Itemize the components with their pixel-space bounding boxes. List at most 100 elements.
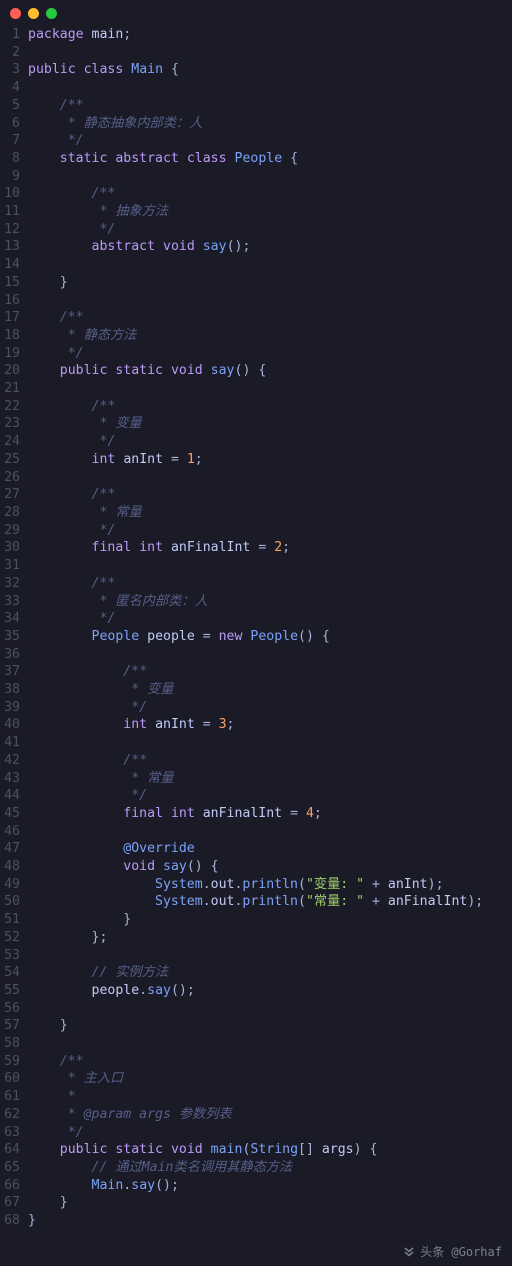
line-number: 47 — [0, 840, 28, 858]
code-line: 18 * 静态方法 — [0, 327, 512, 345]
code-content — [28, 168, 512, 186]
code-content: * 常量 — [28, 504, 512, 522]
code-content: * 变量 — [28, 681, 512, 699]
line-number: 44 — [0, 787, 28, 805]
footer-handle: 头条 @Gorhaf — [420, 1243, 502, 1260]
line-number: 62 — [0, 1106, 28, 1124]
code-line: 12 */ — [0, 221, 512, 239]
code-line: 35 People people = new People() { — [0, 628, 512, 646]
code-content — [28, 380, 512, 398]
code-line: 4 — [0, 79, 512, 97]
code-content: } — [28, 1194, 512, 1212]
code-line: 10 /** — [0, 185, 512, 203]
line-number: 18 — [0, 327, 28, 345]
code-content — [28, 734, 512, 752]
code-line: 33 * 匿名内部类：人 — [0, 593, 512, 611]
code-line: 3public class Main { — [0, 61, 512, 79]
line-number: 24 — [0, 433, 28, 451]
code-line: 39 */ — [0, 699, 512, 717]
line-number: 9 — [0, 168, 28, 186]
code-content — [28, 469, 512, 487]
line-number: 32 — [0, 575, 28, 593]
code-content: // 通过Main类名调用其静态方法 — [28, 1159, 512, 1177]
code-line: 59 /** — [0, 1053, 512, 1071]
code-line: 6 * 静态抽象内部类：人 — [0, 115, 512, 133]
code-content: People people = new People() { — [28, 628, 512, 646]
line-number: 8 — [0, 150, 28, 168]
code-line: 2 — [0, 44, 512, 62]
line-number: 31 — [0, 557, 28, 575]
line-number: 39 — [0, 699, 28, 717]
code-line: 53 — [0, 947, 512, 965]
line-number: 17 — [0, 309, 28, 327]
code-line: 64 public static void main(String[] args… — [0, 1141, 512, 1159]
code-content: */ — [28, 699, 512, 717]
code-content: /** — [28, 185, 512, 203]
code-content: } — [28, 1017, 512, 1035]
line-number: 14 — [0, 256, 28, 274]
line-number: 40 — [0, 716, 28, 734]
line-number: 23 — [0, 415, 28, 433]
code-line: 68} — [0, 1212, 512, 1230]
code-line: 28 * 常量 — [0, 504, 512, 522]
line-number: 52 — [0, 929, 28, 947]
code-window: 1package main;2 3public class Main {4 5 … — [0, 0, 512, 1266]
code-content — [28, 947, 512, 965]
code-content: final int anFinalInt = 2; — [28, 539, 512, 557]
code-line: 52 }; — [0, 929, 512, 947]
code-content: public static void say() { — [28, 362, 512, 380]
code-line: 65 // 通过Main类名调用其静态方法 — [0, 1159, 512, 1177]
code-line: 37 /** — [0, 663, 512, 681]
line-number: 60 — [0, 1070, 28, 1088]
line-number: 61 — [0, 1088, 28, 1106]
code-line: 40 int anInt = 3; — [0, 716, 512, 734]
line-number: 67 — [0, 1194, 28, 1212]
code-content: */ — [28, 522, 512, 540]
close-icon[interactable] — [10, 8, 21, 19]
code-line: 24 */ — [0, 433, 512, 451]
code-line: 15 } — [0, 274, 512, 292]
code-line: 11 * 抽象方法 — [0, 203, 512, 221]
code-line: 54 // 实例方法 — [0, 964, 512, 982]
line-number: 29 — [0, 522, 28, 540]
line-number: 21 — [0, 380, 28, 398]
code-content: */ — [28, 787, 512, 805]
code-line: 30 final int anFinalInt = 2; — [0, 539, 512, 557]
code-line: 22 /** — [0, 398, 512, 416]
line-number: 11 — [0, 203, 28, 221]
code-content: * 匿名内部类：人 — [28, 593, 512, 611]
line-number: 26 — [0, 469, 28, 487]
code-content: public class Main { — [28, 61, 512, 79]
line-number: 27 — [0, 486, 28, 504]
code-line: 43 * 常量 — [0, 770, 512, 788]
code-content: */ — [28, 433, 512, 451]
code-content: /** — [28, 398, 512, 416]
code-content: * — [28, 1088, 512, 1106]
code-content: System.out.println("常量: " + anFinalInt); — [28, 893, 512, 911]
code-content: abstract void say(); — [28, 238, 512, 256]
window-titlebar — [0, 0, 512, 26]
line-number: 51 — [0, 911, 28, 929]
code-line: 57 } — [0, 1017, 512, 1035]
line-number: 57 — [0, 1017, 28, 1035]
maximize-icon[interactable] — [46, 8, 57, 19]
code-content: } — [28, 911, 512, 929]
code-line: 29 */ — [0, 522, 512, 540]
code-line: 55 people.say(); — [0, 982, 512, 1000]
minimize-icon[interactable] — [28, 8, 39, 19]
code-content: Main.say(); — [28, 1177, 512, 1195]
line-number: 4 — [0, 79, 28, 97]
code-line: 49 System.out.println("变量: " + anInt); — [0, 876, 512, 894]
line-number: 50 — [0, 893, 28, 911]
code-line: 27 /** — [0, 486, 512, 504]
code-line: 63 */ — [0, 1124, 512, 1142]
code-content — [28, 292, 512, 310]
code-content: */ — [28, 1124, 512, 1142]
code-content — [28, 1035, 512, 1053]
line-number: 20 — [0, 362, 28, 380]
code-line: 5 /** — [0, 97, 512, 115]
code-content — [28, 44, 512, 62]
code-line: 66 Main.say(); — [0, 1177, 512, 1195]
code-line: 67 } — [0, 1194, 512, 1212]
code-content: package main; — [28, 26, 512, 44]
